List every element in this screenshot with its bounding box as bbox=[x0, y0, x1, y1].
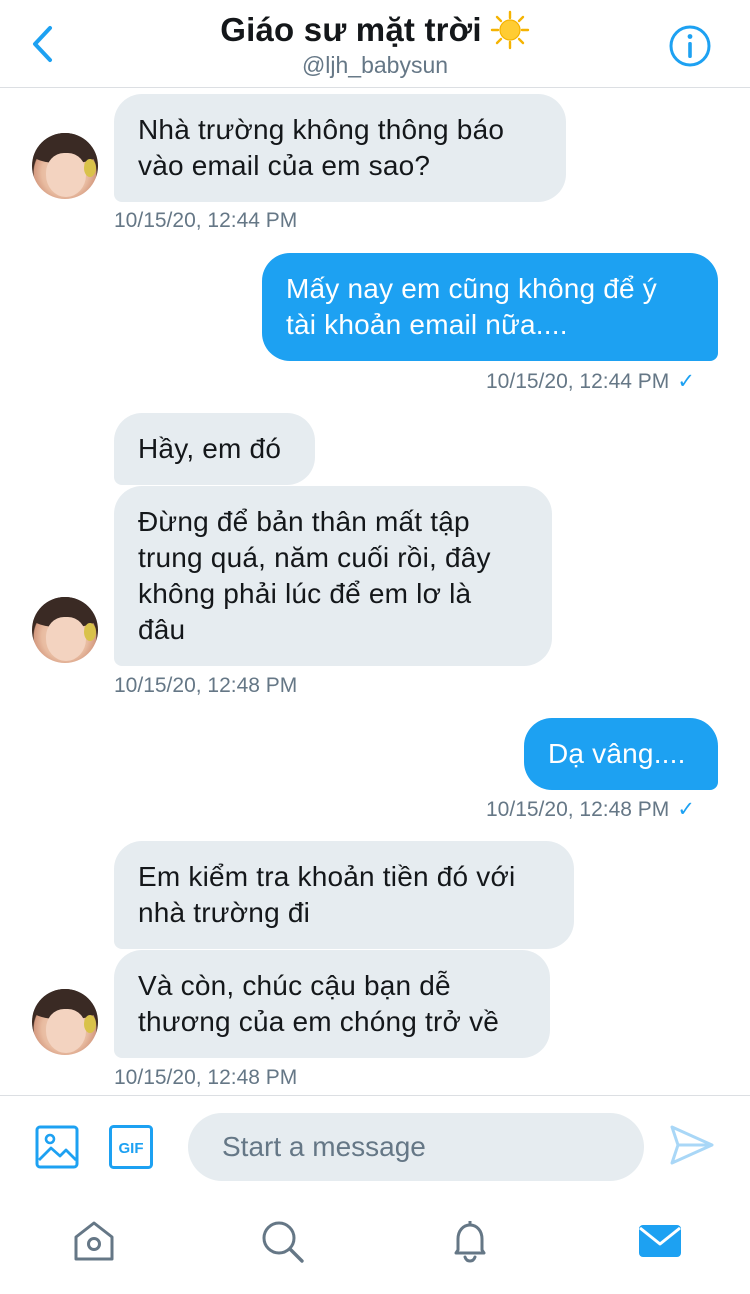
conversation-title-block[interactable]: Giáo sư mặt trời @ljh_babysun bbox=[0, 10, 750, 79]
conversation-header: Giáo sư mặt trời @ljh_babysun bbox=[0, 0, 750, 88]
message-list[interactable]: Nhà trường không thông báo vào email của… bbox=[0, 89, 750, 1095]
message-timestamp: 10/15/20, 12:48 PM bbox=[486, 798, 670, 821]
message-timestamp: 10/15/20, 12:44 PM bbox=[486, 370, 670, 393]
tab-home[interactable] bbox=[70, 1217, 118, 1265]
message-composer: GIF bbox=[0, 1095, 750, 1199]
home-icon bbox=[74, 1221, 114, 1261]
outgoing-message-bubble[interactable]: Dạ vâng.... bbox=[524, 718, 718, 790]
send-button[interactable] bbox=[668, 1123, 716, 1167]
message-timestamp: 10/15/20, 12:48 PM bbox=[114, 1066, 298, 1089]
send-icon bbox=[670, 1125, 714, 1165]
sent-check-icon: ✓ bbox=[677, 370, 695, 393]
outgoing-message-bubble[interactable]: Mấy nay em cũng không để ý tài khoản ema… bbox=[262, 253, 718, 361]
message-timestamp-row: 10/15/20, 12:44 PM ✓ bbox=[486, 369, 695, 394]
conversation-handle: @ljh_babysun bbox=[301, 52, 449, 78]
image-icon bbox=[35, 1125, 79, 1169]
avatar[interactable] bbox=[32, 597, 98, 663]
tab-search[interactable] bbox=[258, 1217, 306, 1265]
incoming-message-bubble[interactable]: Nhà trường không thông báo vào email của… bbox=[114, 94, 566, 202]
incoming-message-bubble[interactable]: Em kiểm tra khoản tiền đó với nhà trường… bbox=[114, 841, 574, 949]
info-button[interactable] bbox=[668, 24, 712, 68]
message-timestamp-row: 10/15/20, 12:48 PM ✓ bbox=[486, 797, 695, 822]
conversation-title: Giáo sư mặt trời bbox=[220, 11, 482, 48]
image-button[interactable] bbox=[34, 1124, 80, 1170]
avatar[interactable] bbox=[32, 989, 98, 1055]
bottom-tab-bar bbox=[0, 1199, 750, 1294]
gif-button[interactable]: GIF bbox=[108, 1124, 154, 1170]
message-timestamp: 10/15/20, 12:48 PM bbox=[114, 674, 298, 697]
avatar[interactable] bbox=[32, 133, 98, 199]
incoming-message-bubble[interactable]: Hầy, em đó bbox=[114, 413, 315, 485]
mail-icon bbox=[639, 1225, 681, 1257]
search-icon bbox=[262, 1221, 304, 1263]
tab-notifications[interactable] bbox=[446, 1217, 494, 1265]
info-icon bbox=[669, 25, 711, 67]
sun-emoji-icon bbox=[490, 10, 529, 50]
message-timestamp: 10/15/20, 12:44 PM bbox=[114, 209, 298, 232]
message-input[interactable] bbox=[188, 1113, 644, 1181]
bell-icon bbox=[454, 1221, 486, 1263]
dm-conversation-screen: Giáo sư mặt trời @ljh_babysun Nhà trường… bbox=[0, 0, 750, 1294]
incoming-message-bubble[interactable]: Và còn, chúc cậu bạn dễ thương của em ch… bbox=[114, 950, 550, 1058]
gif-icon: GIF bbox=[109, 1125, 153, 1169]
svg-text:GIF: GIF bbox=[119, 1140, 144, 1157]
incoming-message-bubble[interactable]: Đừng để bản thân mất tập trung quá, năm … bbox=[114, 486, 552, 666]
tab-messages[interactable] bbox=[636, 1217, 684, 1265]
sent-check-icon: ✓ bbox=[677, 798, 695, 821]
